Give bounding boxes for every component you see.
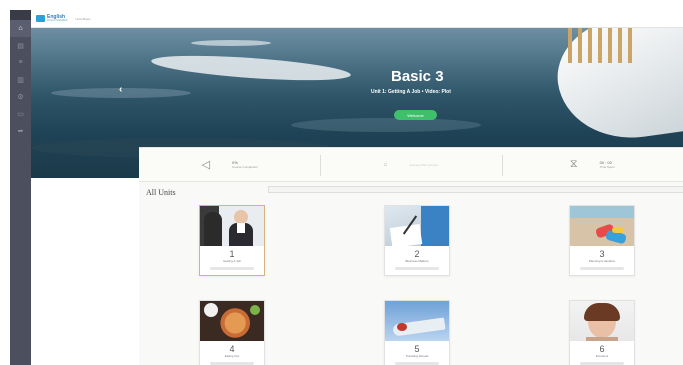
top-bar: English DISCOVERIES Units Basic (31, 10, 683, 28)
unit-name: Business Matters (405, 259, 429, 263)
unit-number: 6 (599, 344, 605, 354)
unit-name: Planning A Vacation (588, 259, 616, 263)
sidebar-menu-toggle[interactable] (10, 10, 31, 20)
stat-label: Course Completion (232, 165, 258, 169)
logo[interactable]: English DISCOVERIES (36, 15, 68, 22)
sidebar: ⌂ ▤ ≡ ▥ ⚙ ▭ ➦ (10, 10, 31, 365)
unit-number: 5 (414, 344, 420, 354)
unit-number: 2 (414, 249, 420, 259)
logo-mark-icon (36, 15, 45, 22)
chart-icon: ▫ (383, 158, 388, 171)
unit-card[interactable]: 4 Eating Out (199, 300, 265, 365)
unit-thumbnail (570, 301, 634, 341)
welcome-button[interactable]: Welcome (394, 110, 437, 120)
unit-name: Eating Out (224, 354, 240, 358)
unit-number: 4 (229, 344, 235, 354)
share-icon[interactable]: ➦ (10, 122, 31, 139)
unit-card[interactable]: 1 Getting A Job (199, 205, 265, 276)
unit-card[interactable]: 2 Business Matters (384, 205, 450, 276)
stat-text: Average Mini Quizzes (409, 163, 438, 167)
boat-rail (568, 28, 638, 63)
course-subtitle: Unit 1: Getting A Job • Video: Plot (371, 89, 451, 95)
stat-item: ▫ Average Mini Quizzes (320, 148, 501, 181)
home-icon[interactable]: ⌂ (10, 20, 31, 37)
megaphone-icon: ◁ (201, 159, 211, 171)
unit-thumbnail (200, 301, 264, 341)
breadcrumb[interactable]: Units Basic (76, 17, 91, 21)
stat-label: Average Mini Quizzes (409, 162, 439, 167)
hourglass-icon: ⧖ (569, 158, 578, 170)
wave-crest (150, 51, 352, 85)
carousel-prev-icon[interactable]: ‹ (119, 84, 122, 95)
unit-card[interactable]: 3 Planning A Vacation (569, 205, 635, 276)
stat-text: 00 : 00 Time Spent (600, 160, 615, 169)
app-window: ⌂ ▤ ≡ ▥ ⚙ ▭ ➦ English DISCOVERIES Units Basic … (10, 10, 683, 365)
wave-crest (291, 118, 481, 132)
chat-icon[interactable]: ▭ (10, 105, 31, 122)
unit-card[interactable]: 6 Emotions (569, 300, 635, 365)
stat-label: Time Spent (599, 165, 615, 169)
unit-name: Emotions (595, 354, 609, 358)
unit-progress-bar (580, 267, 624, 270)
unit-number: 1 (229, 249, 235, 259)
settings-icon[interactable]: ⚙ (10, 88, 31, 105)
unit-number: 3 (599, 249, 605, 259)
unit-thumbnail (200, 206, 264, 246)
book-icon[interactable]: ▤ (10, 37, 31, 54)
logo-subtext: DISCOVERIES (47, 18, 68, 22)
units-progress-track (268, 186, 683, 193)
unit-thumbnail (570, 206, 634, 246)
unit-name: Getting A Job (223, 259, 241, 263)
unit-progress-bar (210, 267, 254, 270)
unit-thumbnail (385, 301, 449, 341)
list-icon[interactable]: ≡ (10, 54, 31, 71)
stat-item: ⧖ 00 : 00 Time Spent (501, 148, 683, 181)
unit-thumbnail (385, 206, 449, 246)
units-heading: All Units (146, 188, 176, 197)
wave-crest (191, 40, 271, 46)
stats-bar: ◁ 0% Course Completion ▫ Average Mini Quizze… (139, 147, 683, 182)
unit-name: Traveling Abroad (405, 354, 429, 358)
stat-text: 0% Course Completion (232, 160, 258, 169)
unit-progress-bar (395, 267, 439, 270)
document-icon[interactable]: ▥ (10, 71, 31, 88)
unit-card[interactable]: 5 Traveling Abroad (384, 300, 450, 365)
stat-item: ◁ 0% Course Completion (139, 148, 320, 181)
course-title: Basic 3 (391, 68, 444, 85)
left-panel (31, 178, 139, 365)
